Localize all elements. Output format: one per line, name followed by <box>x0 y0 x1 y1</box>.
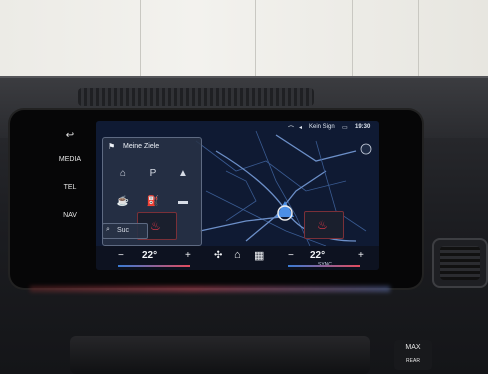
right-temp-gradient <box>288 265 360 267</box>
top-air-vent <box>78 88 314 106</box>
wall-seam <box>352 0 353 82</box>
signal-status-text: Kein Sign <box>309 124 335 130</box>
wall-seam <box>140 0 141 82</box>
right-air-vent <box>432 238 488 288</box>
flag-icon: ⚑ <box>108 142 116 151</box>
lower-console <box>70 336 370 374</box>
right-temp-value: 22° <box>310 250 326 261</box>
max-label: MAX <box>405 344 421 351</box>
battery-icon: ▭ <box>342 125 348 131</box>
hardkey-column: ↩ MEDIA TEL NAV <box>48 124 92 234</box>
hotel-icon[interactable]: ▬ <box>169 190 197 214</box>
left-temp-value: 22° <box>142 250 158 261</box>
infotainment-screen: ⌒ ◂ Kein Sign ▭ 19:30 ⚑ Meine Ziele ⌂ P … <box>96 121 379 270</box>
left-temp-gradient <box>118 265 190 267</box>
panel-title: Meine Ziele <box>123 143 160 150</box>
gps-icon: ◂ <box>299 125 303 131</box>
coffee-icon[interactable]: ☕ <box>109 190 137 214</box>
car-icon[interactable]: ⌂ <box>109 162 137 186</box>
clock-text: 19:30 <box>355 124 371 130</box>
climate-bar: − 22° + ✣ ⌂ ▦ − 22° SYNC + <box>96 246 379 270</box>
parking-icon[interactable]: P <box>139 162 167 186</box>
vent-louvers <box>440 246 480 280</box>
eye-icon[interactable] <box>360 143 372 155</box>
search-label: Suc <box>117 227 130 234</box>
status-bar: ⌒ ◂ Kein Sign ▭ 19:30 <box>96 121 379 135</box>
wall-seam <box>418 0 419 82</box>
nav-key[interactable]: NAV <box>48 212 92 219</box>
max-defrost-button[interactable]: MAX REAR <box>394 340 432 370</box>
left-temp-plus-button[interactable]: + <box>185 250 191 261</box>
wall-seam <box>255 0 256 82</box>
fuel-icon[interactable]: ⛽ <box>139 190 167 214</box>
right-temp-plus-button[interactable]: + <box>358 250 364 261</box>
back-key[interactable]: ↩ <box>48 130 92 141</box>
ambient-light-strip <box>30 286 390 292</box>
media-key[interactable]: MEDIA <box>48 156 92 163</box>
rear-label: REAR <box>406 358 420 364</box>
tel-key[interactable]: TEL <box>48 184 92 191</box>
left-temp-minus-button[interactable]: − <box>118 250 124 261</box>
wifi-icon: ⌒ <box>288 127 295 133</box>
apps-icon[interactable]: ▦ <box>254 249 264 262</box>
car-dashboard-photo: ↩ MEDIA TEL NAV ⌒ ◂ Kein Sign ▭ 19:30 ⚑ … <box>0 0 488 374</box>
restaurant-icon[interactable]: ▲ <box>169 162 197 186</box>
seat-heating-right-button[interactable]: ♨ <box>304 211 344 239</box>
seat-heat-icon: ♨ <box>150 219 161 233</box>
search-field[interactable]: ⌕ Suc <box>102 223 148 239</box>
home-icon[interactable]: ⌂ <box>234 249 241 261</box>
seat-heat-icon: ♨ <box>317 218 328 232</box>
right-temp-minus-button[interactable]: − <box>288 250 294 261</box>
garage-wall <box>0 0 488 84</box>
fan-icon[interactable]: ✣ <box>214 250 222 261</box>
search-icon: ⌕ <box>106 226 110 233</box>
